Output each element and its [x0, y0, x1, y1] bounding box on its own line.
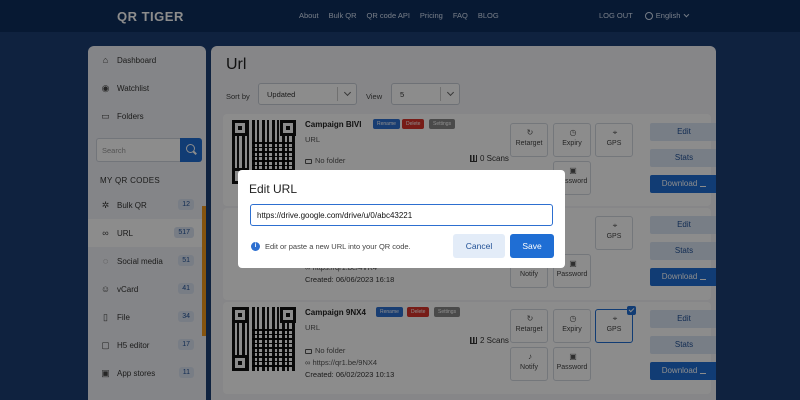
edit-url-dialog: Edit URL i Edit or paste a new URL into …: [238, 170, 565, 268]
info-icon: i: [251, 242, 260, 251]
dialog-hint: Edit or paste a new URL into your QR cod…: [265, 242, 411, 251]
url-input[interactable]: [250, 204, 553, 226]
cancel-button[interactable]: Cancel: [453, 234, 505, 258]
dialog-title: Edit URL: [249, 182, 298, 196]
save-button[interactable]: Save: [510, 234, 554, 258]
